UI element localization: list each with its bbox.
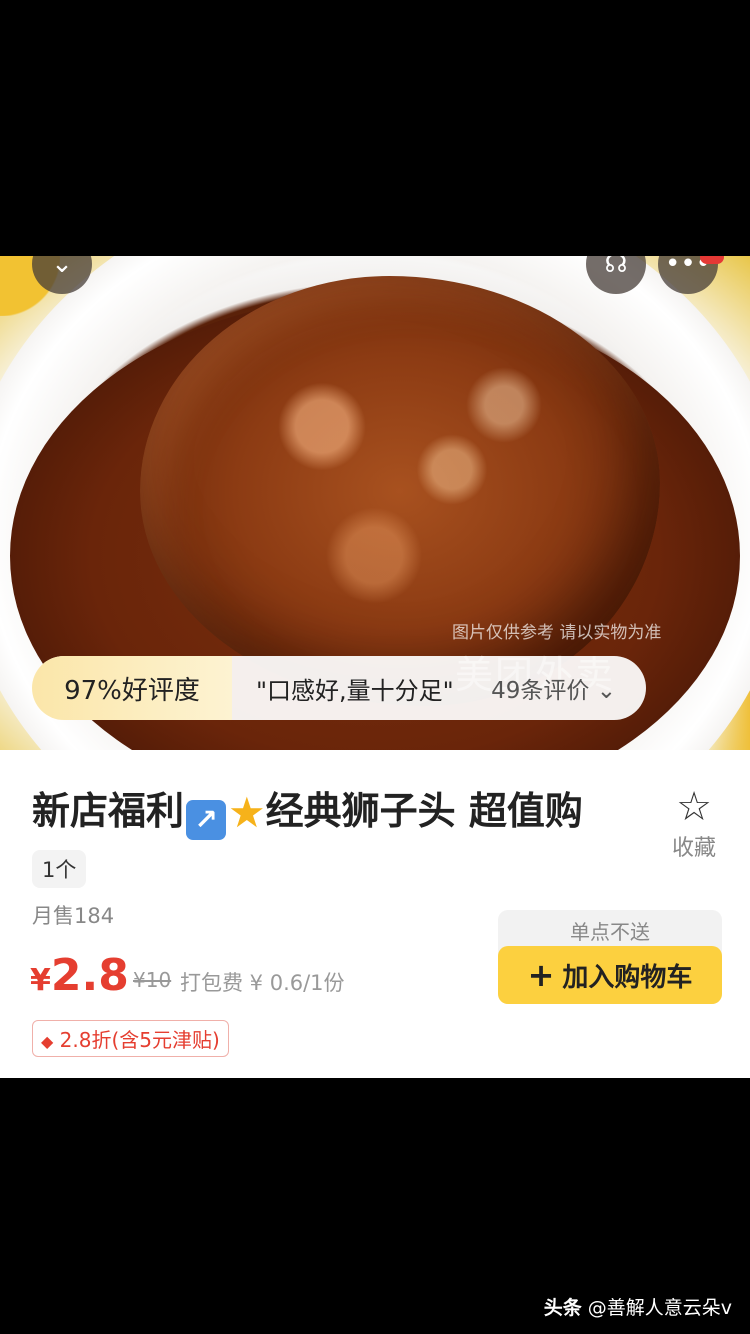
discount-badge: ◆ 2.8折(含5元津贴): [32, 1020, 229, 1057]
notification-badge: [700, 256, 724, 264]
spec-tag: 1个: [32, 850, 87, 888]
cart-area: 单点不送 + 加入购物车: [498, 910, 722, 1004]
chevron-down-icon: ⌄: [51, 256, 73, 279]
chat-bot-icon: ☊: [604, 256, 628, 279]
footer-author: @善解人意云朵v: [587, 1297, 732, 1319]
title-prefix: 新店福利: [32, 789, 185, 833]
rating-quote: "口感好,量十分足": [256, 676, 454, 705]
product-title: 新店福利 ↗ ★经典狮子头 超值购: [32, 786, 652, 840]
price-value: 2.8: [50, 950, 129, 1001]
current-price: ¥2.8: [30, 950, 129, 1001]
favorite-label: 收藏: [671, 836, 716, 861]
star-emoji-icon: ★: [228, 788, 266, 837]
tag-icon: ◆: [41, 1032, 54, 1051]
arrow-up-right-icon: ↗: [186, 800, 227, 840]
cart-note: 单点不送: [570, 920, 650, 944]
currency-symbol: ¥: [30, 963, 51, 998]
favorite-button[interactable]: ☆ 收藏: [666, 784, 722, 862]
add-to-cart-button[interactable]: + 加入购物车: [498, 946, 722, 1004]
source-watermark: 头条 @善解人意云朵v: [544, 1293, 732, 1320]
review-count-link[interactable]: 49条评价 ⌄: [491, 671, 616, 705]
image-disclaimer: 图片仅供参考 请以实物为准: [452, 623, 662, 643]
product-info: 新店福利 ↗ ★经典狮子头 超值购 ☆ 收藏 1个 月售184 ¥2.8 ¥10 打…: [0, 750, 750, 1078]
monthly-sales: 月售184: [32, 904, 115, 928]
original-price: ¥10: [133, 968, 172, 992]
review-count: 49条评价: [491, 678, 590, 704]
rating-score: 97%好评度: [32, 656, 232, 720]
add-to-cart-label: 加入购物车: [562, 962, 693, 993]
packing-fee: 打包费 ¥ 0.6/1份: [180, 971, 345, 995]
chevron-down-icon: ⌄: [596, 678, 616, 704]
discount-text: 2.8折(含5元津贴): [59, 1028, 220, 1052]
title-main: 经典狮子头 超值购: [265, 789, 583, 833]
product-photo: ⌄ ☊ ••• 图片仅供参考 请以实物为准 美团外卖 97%好评度 "口感好,量…: [0, 256, 750, 750]
plus-icon: +: [527, 956, 555, 994]
rating-bar[interactable]: 97%好评度 "口感好,量十分足" 49条评价 ⌄: [32, 656, 646, 720]
footer-brand: 头条: [543, 1297, 582, 1319]
star-outline-icon: ☆: [676, 784, 712, 830]
